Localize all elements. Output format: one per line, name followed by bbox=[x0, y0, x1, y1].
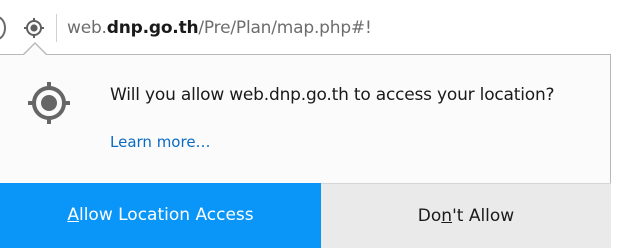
url-prefix: web. bbox=[67, 18, 107, 38]
deny-accesskey: n bbox=[441, 206, 453, 226]
deny-label-after: 't Allow bbox=[452, 206, 515, 226]
url-bar[interactable]: web.dnp.go.th/Pre/Plan/map.php#! bbox=[0, 0, 619, 56]
location-crosshair-icon[interactable] bbox=[24, 18, 44, 38]
browser-window: web.dnp.go.th/Pre/Plan/map.php#! Will yo… bbox=[0, 0, 619, 248]
deny-label-before: Do bbox=[417, 206, 442, 226]
allow-location-button[interactable]: Allow Location Access bbox=[0, 183, 321, 248]
url-host: dnp.go.th bbox=[106, 18, 199, 38]
allow-accesskey: A bbox=[67, 205, 79, 225]
url-separator bbox=[56, 14, 57, 42]
url-text[interactable]: web.dnp.go.th/Pre/Plan/map.php#! bbox=[67, 17, 372, 39]
dont-allow-button[interactable]: Don't Allow bbox=[321, 183, 611, 248]
url-path: /Pre/Plan/map.php#! bbox=[198, 18, 372, 38]
learn-more-link[interactable]: Learn more… bbox=[110, 132, 211, 152]
permission-message: Will you allow web.dnp.go.th to access y… bbox=[110, 85, 555, 105]
identity-button-edge[interactable] bbox=[0, 16, 6, 40]
page-edge bbox=[611, 54, 619, 248]
allow-label: llow Location Access bbox=[78, 205, 254, 225]
button-row: Allow Location Access Don't Allow bbox=[0, 183, 611, 248]
location-crosshair-icon bbox=[28, 82, 70, 124]
panel-arrow-fill bbox=[23, 44, 47, 56]
